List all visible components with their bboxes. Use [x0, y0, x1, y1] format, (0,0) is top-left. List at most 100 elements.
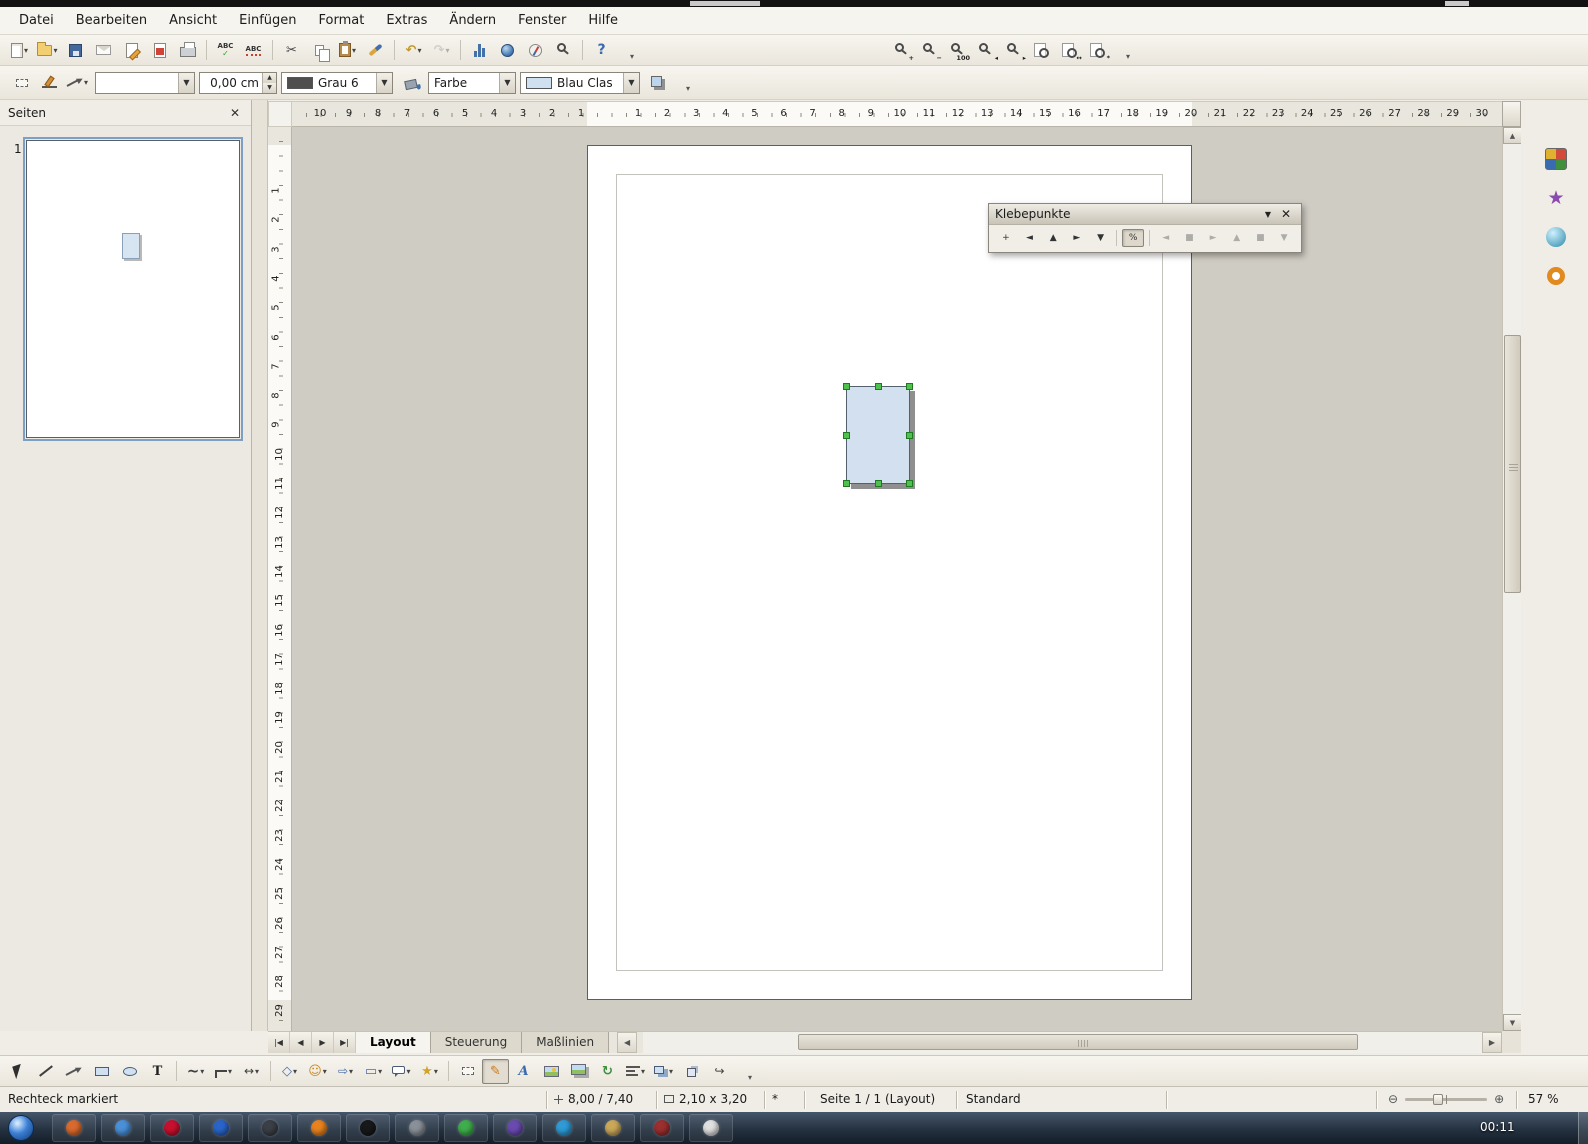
vertical-scrollbar[interactable]: ▲ ▼: [1502, 127, 1521, 1031]
taskbar-app-5-icon[interactable]: [248, 1114, 292, 1142]
first-page-icon[interactable]: |◀: [268, 1032, 290, 1053]
redo-icon[interactable]: ↷▾: [428, 38, 455, 63]
split-window-handle[interactable]: [1502, 101, 1521, 127]
zoom-previous-icon[interactable]: ◂: [972, 38, 999, 63]
zoom-entire-page-icon[interactable]: [1028, 38, 1055, 63]
panel-splitter[interactable]: [252, 100, 268, 1031]
menu-format[interactable]: Format: [308, 8, 376, 33]
glue-points-tool-icon[interactable]: ✎: [482, 1059, 509, 1084]
zoom-optimal-icon[interactable]: *: [1084, 38, 1111, 63]
zoom-page-width-icon[interactable]: ↔: [1056, 38, 1083, 63]
page-info-field[interactable]: Seite 1 / 1 (Layout): [820, 1092, 935, 1106]
zoom-level-field[interactable]: 57 %: [1528, 1092, 1559, 1106]
zoom-out-icon[interactable]: −: [916, 38, 943, 63]
paste-icon[interactable]: ▾: [334, 38, 361, 63]
tab-steuerung[interactable]: Steuerung: [431, 1032, 522, 1053]
show-desktop-button[interactable]: [1578, 1112, 1588, 1144]
scroll-up-icon[interactable]: ▲: [1503, 127, 1522, 144]
last-page-icon[interactable]: ▶|: [334, 1032, 356, 1053]
selection-handle[interactable]: [843, 480, 850, 487]
page-thumbnail[interactable]: [26, 140, 240, 438]
glue-horizontal-left-icon[interactable]: ◄: [1155, 229, 1177, 247]
zoom-slider-track[interactable]: [1405, 1098, 1487, 1101]
rotate-icon[interactable]: ↻: [594, 1059, 621, 1084]
horizontal-scroll-thumb[interactable]: [798, 1034, 1358, 1050]
curve-tool-icon[interactable]: ~▾: [182, 1059, 209, 1084]
cube-3d-icon[interactable]: [1541, 144, 1571, 174]
fill-style-select[interactable]: Farbe ▼: [428, 72, 516, 94]
toolbar-more-icon[interactable]: ▾: [616, 38, 643, 63]
zoom-slider-thumb[interactable]: [1433, 1094, 1443, 1105]
fill-color-select[interactable]: Blau Clas ▼: [520, 72, 640, 94]
lines-arrows-icon[interactable]: ↔▾: [238, 1059, 265, 1084]
email-icon[interactable]: [90, 38, 117, 63]
ring-icon[interactable]: [1541, 261, 1571, 291]
ellipse-tool-icon[interactable]: [116, 1059, 143, 1084]
spellcheck-icon[interactable]: ABC✓: [212, 38, 239, 63]
interaction-icon[interactable]: ↪: [706, 1059, 733, 1084]
help-icon[interactable]: ?: [588, 38, 615, 63]
edit-points-icon[interactable]: [8, 70, 35, 95]
zoom-next-icon[interactable]: ▸: [1000, 38, 1027, 63]
previous-page-icon[interactable]: ◀: [290, 1032, 312, 1053]
zoom-plus-icon[interactable]: ⊕: [1494, 1092, 1504, 1106]
fill-bucket-icon[interactable]: [397, 70, 424, 95]
gallery-icon[interactable]: [566, 1059, 593, 1084]
hyperlink-icon[interactable]: [494, 38, 521, 63]
save-icon[interactable]: [62, 38, 89, 63]
exit-direction-bottom-icon[interactable]: ▼: [1090, 229, 1112, 247]
vertical-ruler[interactable]: 1234567891011121314151617181920212223242…: [268, 127, 292, 1031]
spin-up-icon[interactable]: ▲: [263, 73, 276, 83]
taskbar-app-9-icon[interactable]: [444, 1114, 488, 1142]
selection-handle[interactable]: [906, 432, 913, 439]
horizontal-ruler[interactable]: 1098765432112345678910111213141516171819…: [292, 101, 1502, 127]
next-page-icon[interactable]: ▶: [312, 1032, 334, 1053]
taskbar-app-3-icon[interactable]: [150, 1114, 194, 1142]
symbol-shapes-icon[interactable]: ☺▾: [304, 1059, 331, 1084]
callouts-icon[interactable]: ▾: [388, 1059, 415, 1084]
extrusion-icon[interactable]: [678, 1059, 705, 1084]
toolbar-more-icon[interactable]: ▾: [1112, 38, 1139, 63]
menu-ndern[interactable]: Ändern: [438, 8, 507, 33]
arrange-icon[interactable]: ▾: [650, 1059, 677, 1084]
start-button[interactable]: [8, 1115, 34, 1141]
taskbar-app-14-icon[interactable]: [689, 1114, 733, 1142]
alignment-icon[interactable]: ▾: [622, 1059, 649, 1084]
zoom-100-icon[interactable]: 100: [944, 38, 971, 63]
taskbar-app-13-icon[interactable]: [640, 1114, 684, 1142]
toolbar-menu-icon[interactable]: ▼: [1259, 206, 1277, 222]
scroll-left-icon[interactable]: ◀: [617, 1032, 637, 1053]
undo-icon[interactable]: ↶▾: [400, 38, 427, 63]
menu-bearbeiten[interactable]: Bearbeiten: [65, 8, 158, 33]
text-tool-icon[interactable]: T: [144, 1059, 171, 1084]
taskbar-app-11-icon[interactable]: [542, 1114, 586, 1142]
close-icon[interactable]: ✕: [1277, 206, 1295, 222]
rectangle-tool-icon[interactable]: [88, 1059, 115, 1084]
find-replace-icon[interactable]: [550, 38, 577, 63]
line-tool-icon[interactable]: [32, 1059, 59, 1084]
line-width-input[interactable]: 0,00 cm ▲▼: [199, 72, 277, 94]
new-document-icon[interactable]: ▾: [6, 38, 33, 63]
zoom-minus-icon[interactable]: ⊖: [1388, 1092, 1398, 1106]
tab-malinien[interactable]: Maßlinien: [522, 1032, 609, 1053]
vertical-scroll-thumb[interactable]: [1504, 335, 1521, 593]
glue-vertical-center-icon[interactable]: ■: [1250, 229, 1272, 247]
menu-fenster[interactable]: Fenster: [507, 8, 577, 33]
basic-shapes-icon[interactable]: ◇▾: [276, 1059, 303, 1084]
drawing-canvas[interactable]: Klebepunkte ▼ ✕ +◄▲►▼%◄■►▲■▼: [292, 127, 1502, 1031]
zoom-in-icon[interactable]: +: [888, 38, 915, 63]
glue-vertical-top-icon[interactable]: ▲: [1226, 229, 1248, 247]
menu-extras[interactable]: Extras: [375, 8, 438, 33]
page-style-field[interactable]: Standard: [966, 1092, 1021, 1106]
selected-rectangle[interactable]: [846, 386, 910, 484]
edit-file-icon[interactable]: [118, 38, 145, 63]
selection-handle[interactable]: [843, 383, 850, 390]
document-page[interactable]: [587, 145, 1192, 1000]
chevron-down-icon[interactable]: ▼: [499, 73, 515, 93]
taskbar-app-12-icon[interactable]: [591, 1114, 635, 1142]
chevron-down-icon[interactable]: ▼: [623, 73, 639, 93]
scroll-right-icon[interactable]: ▶: [1482, 1032, 1502, 1053]
navigator-icon[interactable]: [522, 38, 549, 63]
star-icon[interactable]: ★: [1541, 183, 1571, 213]
exit-direction-right-icon[interactable]: ►: [1066, 229, 1088, 247]
